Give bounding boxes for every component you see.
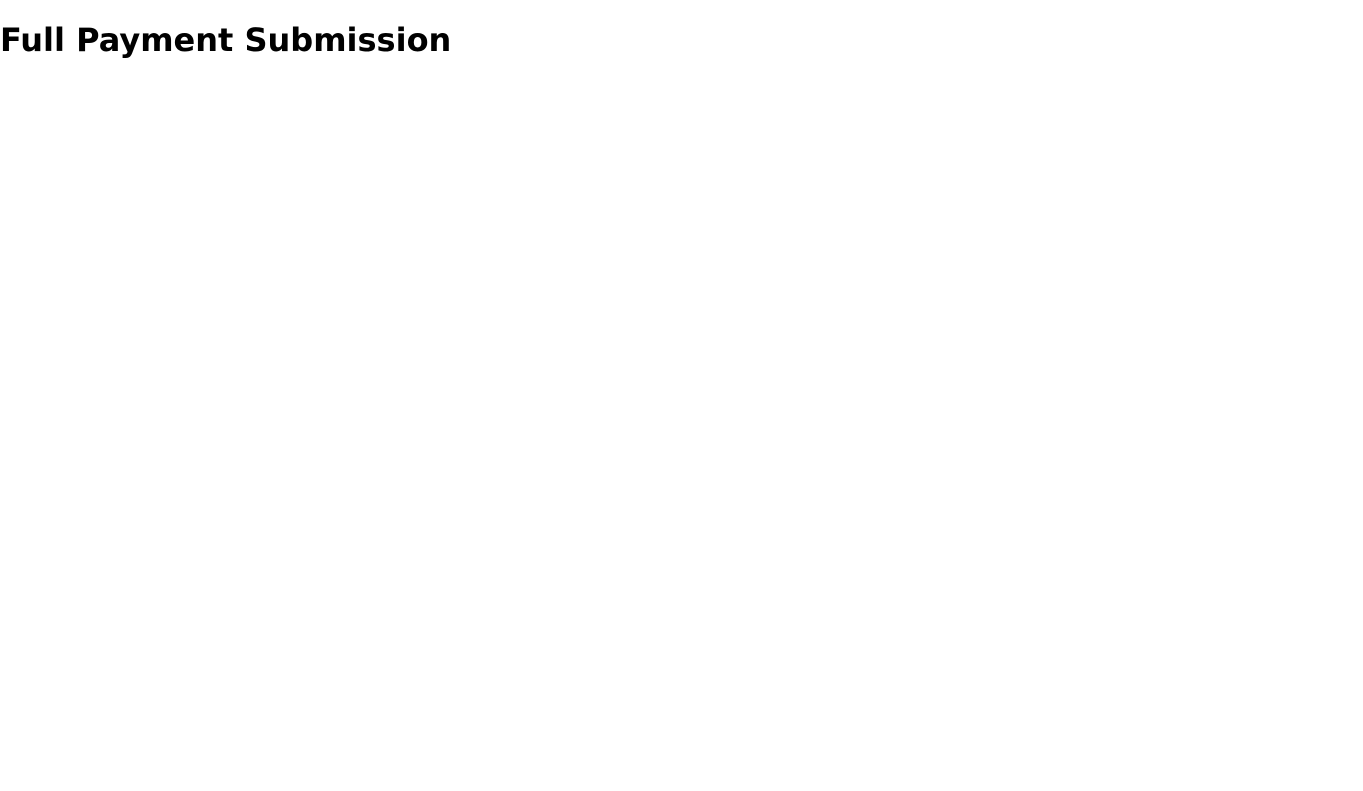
title: Full Payment Submission [0,21,452,60]
